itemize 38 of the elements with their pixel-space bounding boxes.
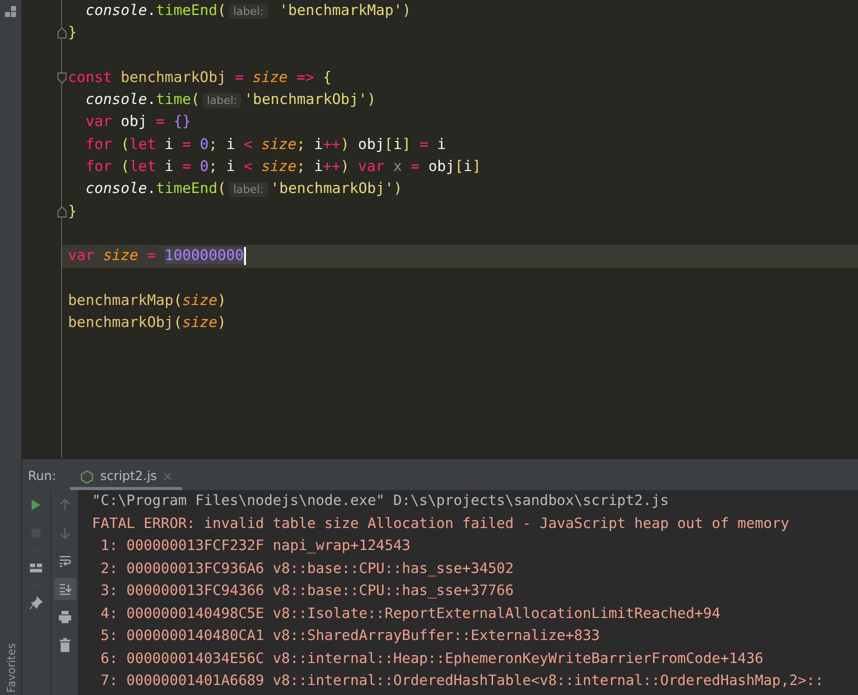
- code-line: for (let i = 0; i < size; i++) obj[i] = i: [84, 134, 447, 155]
- console-line: 7: 00000001401A6689 v8::internal::OrderedHashTable<v8::internal::OrderedHashMap,2>::: [100, 672, 825, 691]
- code-line: }: [67, 23, 78, 44]
- arrow-up-icon: [58, 498, 72, 512]
- close-icon[interactable]: [162, 472, 172, 481]
- console-line: 6: 000000014034E56C v8::internal::Heap::EphemeronKeyWriteBarrierFromCode+1436: [100, 650, 764, 668]
- printer-icon: [58, 610, 72, 624]
- console-line: 2: 000000013FC936A6 v8::base::CPU::has_sse+34502: [100, 560, 515, 578]
- scroll-to-end-icon: [58, 582, 72, 596]
- fold-marker-icon[interactable]: [57, 27, 67, 40]
- code-line: }: [67, 202, 78, 222]
- run-icon: [29, 498, 43, 512]
- console-line: "C:\Program Files\nodejs\node.exe" D:\s\projects\sandbox\script2.js: [92, 492, 670, 511]
- scroll-to-end-button[interactable]: [54, 578, 76, 600]
- structure-icon[interactable]: [4, 6, 16, 18]
- pin-icon: [29, 596, 43, 610]
- console-line: 4: 0000000140498C5E v8::Isolate::ReportExternalAllocationLimitReached+94: [100, 604, 722, 624]
- code-line: console.timeEnd( label: 'benchmarkObj'): [84, 179, 404, 200]
- console-line: 5: 0000000140480CA1 v8::SharedArrayBuffer::Externalize+833: [100, 627, 601, 646]
- fold-marker-icon[interactable]: [57, 72, 67, 84]
- console-line: 3: 000000013FC94366 v8::base::CPU::has_sse+37766: [100, 582, 515, 601]
- hexagon-file-icon: [80, 470, 94, 484]
- code-line: const benchmarkObj = size => {: [67, 68, 333, 88]
- code-line: benchmarkObj(size): [67, 313, 228, 334]
- fold-marker-icon[interactable]: [57, 206, 67, 218]
- code-line: console.time( label: 'benchmarkObj'): [84, 90, 377, 110]
- code-line: var obj = {}: [84, 112, 192, 132]
- code-line: for (let i = 0; i < size; i++) var x = obj[i]: [84, 157, 482, 178]
- code-line: console.timeEnd( label: 'benchmarkMap'): [84, 1, 412, 21]
- trash-icon: [58, 638, 72, 652]
- layout-icon: [29, 561, 43, 575]
- favorites-tab[interactable]: Favorites: [4, 643, 18, 693]
- console-line: FATAL ERROR: invalid table size Allocation failed - JavaScript heap out of memory: [92, 514, 790, 534]
- arrow-down-icon: [58, 526, 72, 540]
- code-line: benchmarkMap(size): [67, 290, 228, 311]
- soft-wrap-icon: [58, 554, 72, 568]
- console-line: 1: 000000013FCF232F napi_wrap+124543: [100, 537, 412, 556]
- run-label: Run:: [27, 467, 58, 486]
